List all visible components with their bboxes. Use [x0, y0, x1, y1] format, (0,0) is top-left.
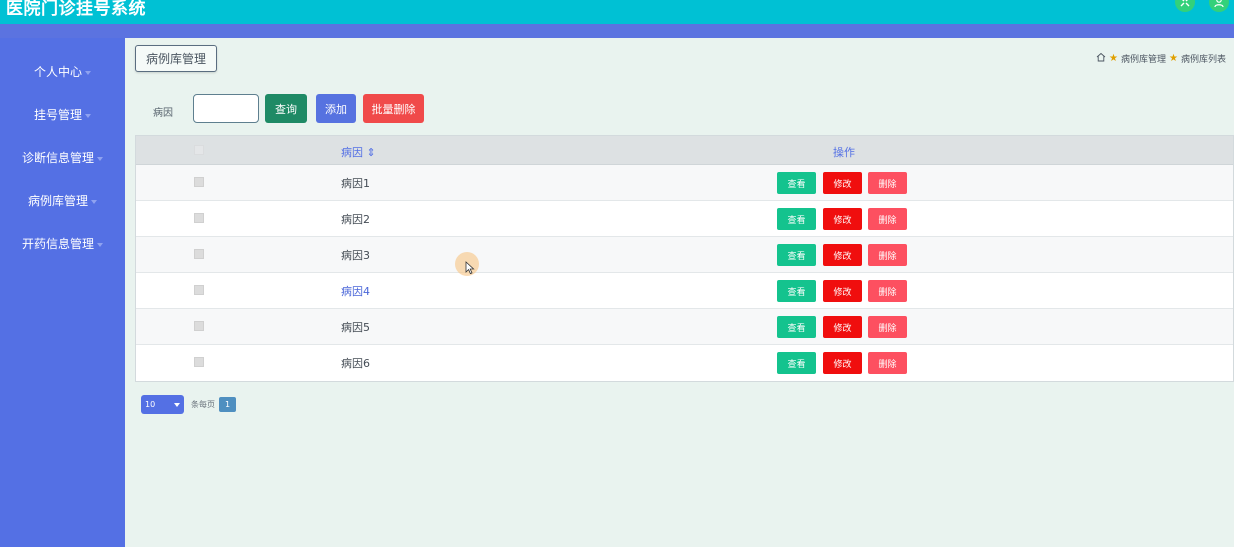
star-icon: ★: [1109, 53, 1118, 64]
sidebar-item-registration[interactable]: 挂号管理: [0, 106, 125, 123]
shrink-icon[interactable]: [1175, 0, 1195, 12]
view-button[interactable]: 查看: [777, 280, 816, 302]
delete-button[interactable]: 删除: [868, 244, 907, 266]
caret-down-icon: [97, 242, 103, 247]
main-content: 病例库管理 ★ 病例库管理 ★ 病例库列表 病因 查询 添加 批量删除 病因 ⇕…: [125, 38, 1234, 547]
page-title-tab[interactable]: 病例库管理: [135, 45, 217, 72]
sidebar-item-label: 开药信息管理: [21, 237, 94, 251]
column-header-actions: 操作: [833, 146, 855, 159]
header-strip: [0, 24, 1234, 38]
table-row: 病因6 查看 修改 删除: [136, 345, 1233, 381]
user-icon[interactable]: [1209, 0, 1229, 12]
table-row: 病因5 查看 修改 删除: [136, 309, 1233, 345]
cell-cause: 病因6: [341, 357, 370, 370]
sidebar-item-label: 诊断信息管理: [21, 151, 94, 165]
caret-down-icon: [85, 70, 91, 75]
cell-cause: 病因3: [341, 249, 370, 262]
table-row: 病因4 查看 修改 删除: [136, 273, 1233, 309]
mouse-pointer-icon: [465, 261, 475, 275]
select-all-checkbox[interactable]: [194, 145, 204, 155]
edit-button[interactable]: 修改: [823, 244, 862, 266]
edit-button[interactable]: 修改: [823, 172, 862, 194]
delete-button[interactable]: 删除: [868, 316, 907, 338]
cell-cause: 病因5: [341, 321, 370, 334]
view-button[interactable]: 查看: [777, 316, 816, 338]
filter-label: 病因: [153, 108, 173, 119]
star-icon: ★: [1169, 53, 1178, 64]
row-checkbox[interactable]: [194, 177, 204, 187]
per-page-label: 条每页: [191, 400, 215, 409]
table-row: 病因1 查看 修改 删除: [136, 165, 1233, 201]
table-row: 病因2 查看 修改 删除: [136, 201, 1233, 237]
delete-button[interactable]: 删除: [868, 172, 907, 194]
breadcrumb-item: 病例库列表: [1180, 55, 1226, 65]
sidebar-item-diagnosis[interactable]: 诊断信息管理: [0, 149, 125, 166]
cell-cause: 病因2: [341, 213, 370, 226]
pagination: 10 条每页 1: [141, 395, 236, 414]
row-checkbox[interactable]: [194, 213, 204, 223]
row-checkbox[interactable]: [194, 249, 204, 259]
sidebar: 个人中心 挂号管理 诊断信息管理 病例库管理 开药信息管理: [0, 38, 125, 547]
edit-button[interactable]: 修改: [823, 316, 862, 338]
row-checkbox[interactable]: [194, 285, 204, 295]
row-checkbox[interactable]: [194, 357, 204, 367]
cell-cause: 病因4: [341, 285, 370, 298]
top-bar: 医院门诊挂号系统: [0, 0, 1234, 24]
chevron-down-icon: [174, 402, 180, 407]
view-button[interactable]: 查看: [777, 244, 816, 266]
edit-button[interactable]: 修改: [823, 352, 862, 374]
delete-button[interactable]: 删除: [868, 208, 907, 230]
caret-down-icon: [91, 199, 97, 204]
sidebar-item-label: 个人中心: [33, 65, 82, 79]
sidebar-item-label: 病例库管理: [27, 194, 88, 208]
sidebar-item-label: 挂号管理: [33, 108, 82, 122]
page-size-select[interactable]: 10: [141, 395, 184, 414]
app-title: 医院门诊挂号系统: [6, 0, 146, 19]
view-button[interactable]: 查看: [777, 352, 816, 374]
disease-cause-input[interactable]: [193, 94, 259, 123]
home-icon[interactable]: [1096, 52, 1106, 65]
cell-cause: 病因1: [341, 177, 370, 190]
view-button[interactable]: 查看: [777, 208, 816, 230]
page-number-button[interactable]: 1: [219, 397, 236, 412]
table-row: 病因3 查看 修改 删除: [136, 237, 1233, 273]
query-button[interactable]: 查询: [265, 94, 307, 123]
sidebar-item-prescription[interactable]: 开药信息管理: [0, 235, 125, 252]
column-header-cause[interactable]: 病因 ⇕: [341, 144, 376, 160]
breadcrumb-item[interactable]: 病例库管理: [1121, 52, 1166, 65]
breadcrumb: ★ 病例库管理 ★ 病例库列表: [1096, 52, 1226, 65]
view-button[interactable]: 查看: [777, 172, 816, 194]
delete-button[interactable]: 删除: [868, 280, 907, 302]
edit-button[interactable]: 修改: [823, 280, 862, 302]
caret-down-icon: [85, 113, 91, 118]
table-header: 病因 ⇕ 操作: [136, 136, 1233, 165]
delete-button[interactable]: 删除: [868, 352, 907, 374]
add-button[interactable]: 添加: [316, 94, 356, 123]
sidebar-item-personal-center[interactable]: 个人中心: [0, 63, 125, 80]
edit-button[interactable]: 修改: [823, 208, 862, 230]
sidebar-item-case-library[interactable]: 病例库管理: [0, 192, 125, 209]
row-checkbox[interactable]: [194, 321, 204, 331]
caret-down-icon: [97, 156, 103, 161]
page-size-value: 10: [145, 400, 156, 409]
case-table: 病因 ⇕ 操作 病因1 查看 修改 删除 病因2 查看 修改 删除 病因3 查看…: [135, 135, 1234, 382]
batch-delete-button[interactable]: 批量删除: [363, 94, 424, 123]
